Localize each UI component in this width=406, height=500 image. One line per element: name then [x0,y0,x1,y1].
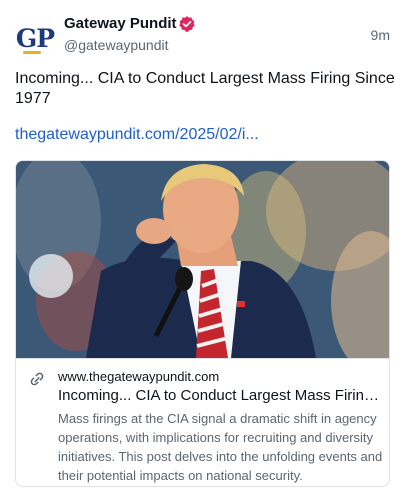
avatar[interactable]: GP [15,18,55,58]
post-link[interactable]: thegatewaypundit.com/2025/02/i... [15,126,259,144]
author-handle[interactable]: @gatewaypundit [64,37,169,53]
link-preview-domain: www.thegatewaypundit.com [58,369,220,384]
avatar-logo-accent [23,51,41,54]
post-timestamp[interactable]: 9m [371,27,390,43]
avatar-logo: GP [15,23,55,53]
post[interactable]: GP Gateway Pundit @gatewaypundit 9m Inco… [0,0,406,500]
link-preview-meta[interactable]: www.thegatewaypundit.com Incoming... CIA… [16,358,389,486]
link-preview-title: Incoming... CIA to Conduct Largest Mass … [58,387,380,404]
author-display-name[interactable]: Gateway Pundit [64,15,177,32]
link-preview-description: Mass firings at the CIA signal a dramati… [58,411,383,483]
post-text: Incoming... CIA to Conduct Largest Mass … [15,70,395,107]
link-icon [30,372,44,386]
preview-photo [16,161,389,358]
link-preview-image[interactable] [16,161,389,358]
link-preview-card[interactable]: www.thegatewaypundit.com Incoming... CIA… [15,160,390,487]
verified-badge-icon [179,16,195,32]
